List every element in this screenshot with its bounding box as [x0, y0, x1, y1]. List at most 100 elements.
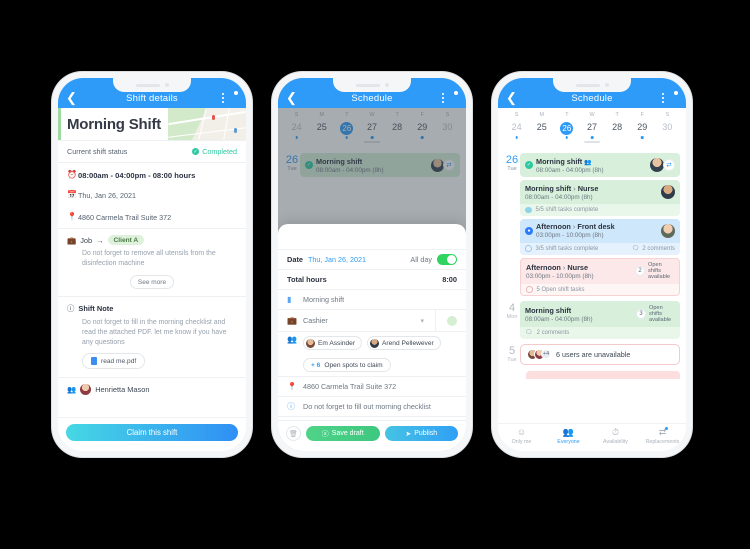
sheet-total-hours-row: Total hours 8:00	[278, 270, 466, 290]
calendar-expand-handle[interactable]	[584, 141, 600, 143]
shift-card-time: 08:00am - 04:00pm (8h)	[536, 166, 604, 174]
open-tasks-label: 5 Open shift tasks	[536, 286, 585, 293]
calendar-date[interactable]: 24	[504, 120, 529, 140]
person-chip[interactable]: Em Assinder	[303, 336, 363, 350]
calendar-date[interactable]: 27	[579, 120, 604, 140]
shift-card[interactable]: Morning shift 08:00am - 04:00pm (8h) 3 O…	[520, 301, 680, 339]
publish-button[interactable]: ➤ Publish	[384, 426, 458, 441]
speaker-grille	[355, 83, 380, 87]
shift-card[interactable]: ✓ Morning shift 👥 08:00am - 04:00pm (8h)	[520, 153, 680, 177]
phone-schedule-list: ❮ Schedule S M T W T F S 24 25 26 27 28 …	[492, 72, 692, 457]
shift-title: Morning Shift	[67, 115, 162, 133]
day-weekday: Tue	[507, 356, 517, 363]
unavailable-users-banner[interactable]: +4 6 users are unavailable	[520, 343, 680, 365]
comment-icon: 🗨	[631, 246, 640, 252]
tab-label: Only me	[511, 438, 532, 445]
device-notch	[333, 78, 411, 92]
swap-icon[interactable]: ⇄	[663, 159, 675, 171]
calendar-date[interactable]: 28	[605, 120, 630, 140]
avatar-overflow-count: +4	[541, 349, 551, 360]
save-draft-label: Save draft	[331, 430, 364, 437]
schedule-day-list: 26 Tue ✓ Morning shift 👥 08:00am - 04:00…	[498, 147, 686, 379]
back-chevron-icon[interactable]: ❮	[286, 91, 302, 104]
shift-hero: Morning Shift	[58, 108, 246, 140]
page-title: Shift details	[126, 93, 178, 104]
day-number: 4	[508, 302, 516, 315]
calendar-date[interactable]: 29	[630, 120, 655, 140]
front-camera	[164, 83, 169, 87]
day-cards: +4 6 users are unavailable	[520, 343, 680, 365]
day-weekday: Tue	[507, 166, 517, 172]
date-value[interactable]: Thu, Jan 26, 2021	[308, 255, 366, 264]
screen-schedule-edit: ❮ Schedule S M T W T F S 24 25 26 27 28 …	[278, 78, 466, 451]
unavailable-users-label: 6 users are unavailable	[556, 349, 631, 359]
shift-address-row[interactable]: 📍 4860 Carmela Trail Suite 372	[58, 206, 246, 228]
speaker-grille	[135, 83, 160, 87]
publish-label: Publish	[414, 430, 438, 437]
map-thumbnail[interactable]	[168, 108, 246, 140]
tab-only-me[interactable]: ☺ Only me	[498, 427, 545, 445]
list-menu-icon[interactable]	[442, 90, 459, 104]
list-menu-icon[interactable]	[662, 90, 679, 104]
color-swatch[interactable]	[447, 315, 457, 326]
back-chevron-icon[interactable]: ❮	[66, 91, 82, 104]
weekday-label: T	[615, 112, 619, 118]
chevron-down-icon[interactable]: ▾	[420, 317, 424, 325]
sheet-actions: 🗑 ⓧ Save draft ➤ Publish	[278, 420, 466, 451]
next-card-peek	[526, 370, 680, 379]
see-more-button[interactable]: See more	[130, 275, 174, 289]
tab-everyone[interactable]: 👥 Everyone	[545, 426, 592, 445]
sheet-note-row[interactable]: ⓘ Do not forget to fill out morning chec…	[278, 397, 466, 417]
tasks-progress-label: 5/5 shift tasks complete	[535, 206, 599, 213]
avatar	[661, 185, 675, 199]
shift-card[interactable]: Morning shift › Nurse 08:00am - 04:00pm …	[520, 180, 680, 216]
briefcase-icon: 💼	[67, 235, 77, 245]
screenshot-stage: ❮ Shift details Morning Shift Current sh…	[0, 0, 750, 549]
open-spots-label: Open spots to claim	[324, 361, 383, 369]
people-icon: 👥	[562, 426, 575, 437]
comments-label: 2 comments	[642, 245, 675, 252]
calendar-date-row: 24 25 26 27 28 29 30	[504, 120, 680, 140]
claim-shift-button[interactable]: Claim this shift	[66, 424, 238, 441]
comments-group[interactable]: 🗨 2 comments	[631, 245, 675, 253]
tab-availability[interactable]: ⏱ Availability	[592, 427, 639, 445]
shift-card-time: 08:00am - 04:00pm (8h)	[525, 315, 593, 323]
phone-schedule-edit: ❮ Schedule S M T W T F S 24 25 26 27 28 …	[272, 72, 472, 457]
calendar-date-selected[interactable]: 26	[554, 120, 579, 140]
sheet-shift-name-row[interactable]: ▮ Morning shift	[278, 290, 466, 310]
clock-icon: ⏰	[67, 170, 77, 179]
shift-card-footer: 3/5 shift tasks complete 🗨 2 comments	[520, 242, 680, 255]
list-menu-icon[interactable]	[222, 90, 239, 104]
sheet-address-row[interactable]: 📍 4860 Carmela Trail Suite 372	[278, 377, 466, 397]
calendar-week-strip[interactable]: S M T W T F S 24 25 26 27 28 29 30	[498, 108, 686, 147]
back-chevron-icon[interactable]: ❮	[506, 91, 522, 104]
attachment-name: read me.pdf	[101, 357, 137, 365]
avatar	[661, 223, 675, 238]
role-value: Cashier	[303, 316, 328, 325]
shift-card[interactable]: ● Afternoon › Front desk 03:00pm - 10:00…	[520, 218, 680, 255]
open-spots-chip[interactable]: + 6 Open spots to claim	[303, 358, 391, 372]
allday-toggle[interactable]	[437, 254, 457, 265]
comment-icon: 🗨	[525, 330, 533, 337]
date-label: Date	[287, 255, 304, 264]
tab-label: Everyone	[557, 438, 580, 445]
job-block: 💼 Job → Client A Do not forget to remove…	[58, 228, 246, 296]
person-name: Arend Pellewever	[382, 339, 434, 347]
trash-icon[interactable]: 🗑	[286, 426, 301, 441]
person-chip[interactable]: Arend Pellewever	[367, 336, 441, 350]
shift-card-footer[interactable]: 🗨 2 comments	[520, 326, 680, 339]
tab-replacements[interactable]: ⇄ Replacements	[639, 426, 686, 445]
note-value: Do not forget to fill out morning checkl…	[303, 402, 431, 411]
calendar-date[interactable]: 25	[529, 120, 554, 140]
open-tasks-icon	[526, 286, 533, 293]
job-description: Do not forget to remove all utensils fro…	[82, 250, 216, 267]
client-chip[interactable]: Client A	[107, 235, 145, 245]
shift-card[interactable]: Afternoon › Nurse 03:00pm - 10:00pm (8h)…	[520, 257, 680, 297]
attachment-pdf-button[interactable]: read me.pdf	[82, 353, 146, 369]
sheet-role-row[interactable]: 💼 Cashier ▾	[278, 310, 466, 332]
open-shifts-badge: 2 Open shifts available	[635, 262, 674, 280]
calendar-date[interactable]: 30	[655, 120, 680, 140]
shift-note-block: ⓘ Shift Note Do not forget to fill in th…	[58, 296, 246, 377]
assigned-worker-row[interactable]: 👥 Henrietta Mason	[67, 384, 237, 395]
save-draft-button[interactable]: ⓧ Save draft	[306, 426, 380, 441]
